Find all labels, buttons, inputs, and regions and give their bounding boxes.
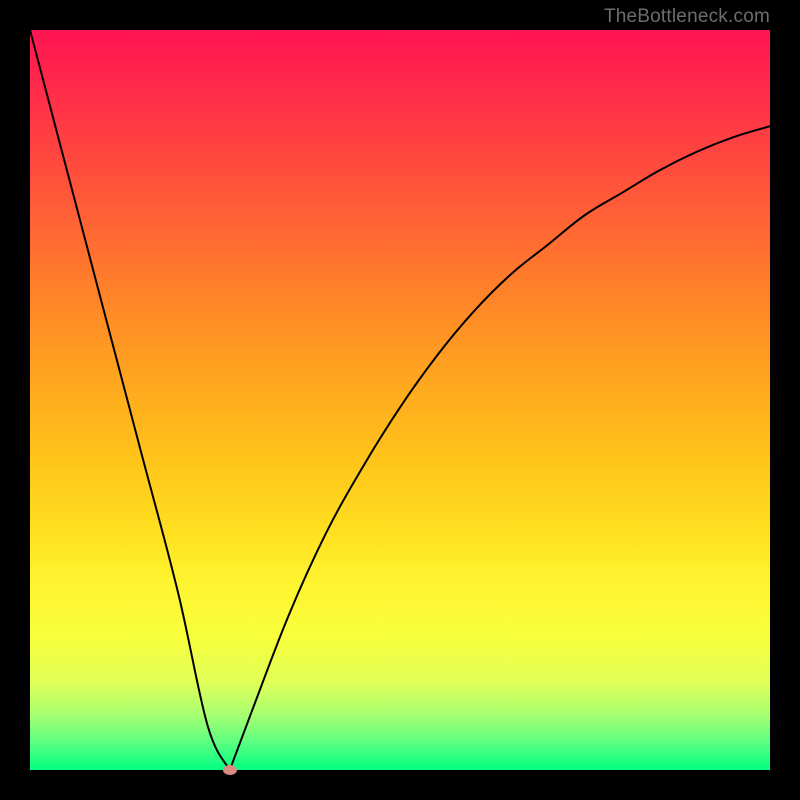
chart-frame: TheBottleneck.com — [0, 0, 800, 800]
watermark-text: TheBottleneck.com — [604, 6, 770, 28]
bottleneck-curve — [30, 30, 770, 770]
curve-left-branch — [30, 30, 230, 770]
plot-area — [30, 30, 770, 770]
min-marker — [223, 765, 237, 775]
curve-right-branch — [230, 126, 770, 770]
